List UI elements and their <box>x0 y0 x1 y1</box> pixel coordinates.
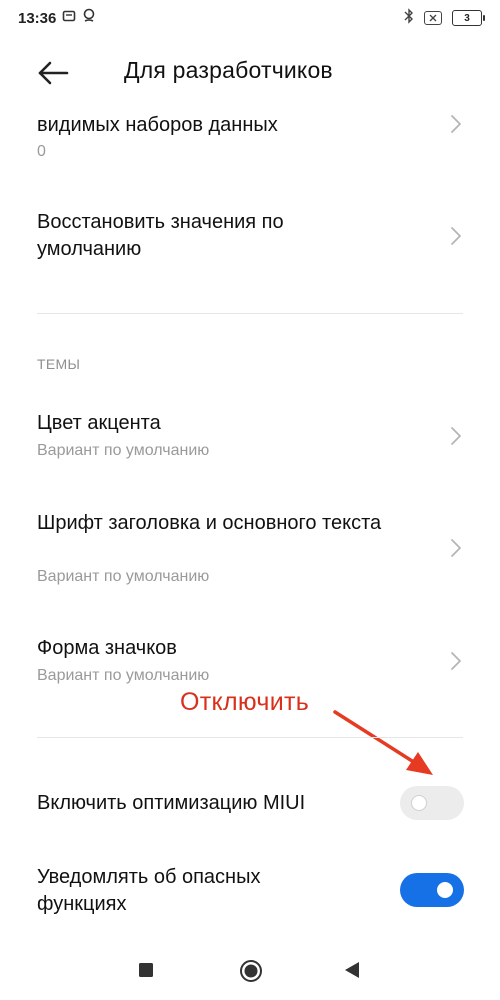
chevron-right-icon <box>451 227 461 245</box>
home-icon <box>240 960 262 982</box>
back-button[interactable] <box>36 58 70 88</box>
dangerous-functions-toggle[interactable] <box>400 873 464 907</box>
row-subtitle: Вариант по умолчанию <box>37 568 210 585</box>
miui-optimization-toggle[interactable] <box>400 786 464 820</box>
back-nav-button[interactable] <box>344 961 360 984</box>
status-left: 13:36 <box>18 8 96 28</box>
toggle-row-dangerous-functions: Уведомлять об опасных функциях <box>0 862 500 922</box>
sim-icon <box>424 11 442 25</box>
chevron-right-icon <box>451 652 461 670</box>
toggle-knob <box>437 882 453 898</box>
list-item-icon-shape[interactable]: Форма значков Вариант по умолчанию <box>0 633 500 695</box>
list-item-font[interactable]: Шрифт заголовка и основного текста Вариа… <box>0 508 500 592</box>
status-bar: 13:36 3 <box>0 0 500 36</box>
row-subtitle: 0 <box>37 143 46 160</box>
section-header-themes: ТЕМЫ <box>37 356 81 372</box>
row-title: Уведомлять об опасных функциях <box>37 866 261 915</box>
chevron-right-icon <box>451 115 461 133</box>
row-title: Восстановить значения по умолчанию <box>37 211 284 260</box>
back-triangle-icon <box>345 962 359 978</box>
screen: 13:36 3 Для разработчиков видимых наборо… <box>0 0 500 1000</box>
back-arrow-icon <box>38 61 69 85</box>
home-button[interactable] <box>239 959 263 988</box>
divider <box>37 737 463 738</box>
row-subtitle: Вариант по умолчанию <box>37 667 210 684</box>
list-item-visible-datasets[interactable]: видимых наборов данных 0 <box>0 108 500 178</box>
header: Для разработчиков <box>0 48 500 98</box>
chevron-right-icon <box>451 427 461 445</box>
battery-icon: 3 <box>452 10 485 26</box>
recents-icon <box>139 963 153 977</box>
bluetooth-icon <box>404 8 414 28</box>
navigation-bar <box>0 950 500 990</box>
row-title: Включить оптимизацию MIUI <box>37 792 306 814</box>
row-title: Шрифт заголовка и основного текста <box>37 512 382 534</box>
row-title: видимых наборов данных <box>37 114 278 136</box>
status-time: 13:36 <box>18 9 57 27</box>
list-item-accent-color[interactable]: Цвет акцента Вариант по умолчанию <box>0 408 500 470</box>
chevron-right-icon <box>451 539 461 557</box>
status-right: 3 <box>404 8 485 28</box>
recents-button[interactable] <box>138 962 154 983</box>
list-item-restore-defaults[interactable]: Восстановить значения по умолчанию <box>0 205 500 275</box>
toggle-row-miui-optimization: Включить оптимизацию MIUI <box>0 785 500 825</box>
location-icon <box>82 8 96 28</box>
page-title: Для разработчиков <box>124 57 333 83</box>
divider <box>37 313 463 314</box>
toggle-knob <box>411 795 427 811</box>
row-subtitle: Вариант по умолчанию <box>37 442 210 459</box>
annotation-label: Отключить <box>180 688 310 716</box>
row-title: Форма значков <box>37 637 177 659</box>
row-title: Цвет акцента <box>37 412 161 434</box>
message-icon <box>62 9 76 27</box>
